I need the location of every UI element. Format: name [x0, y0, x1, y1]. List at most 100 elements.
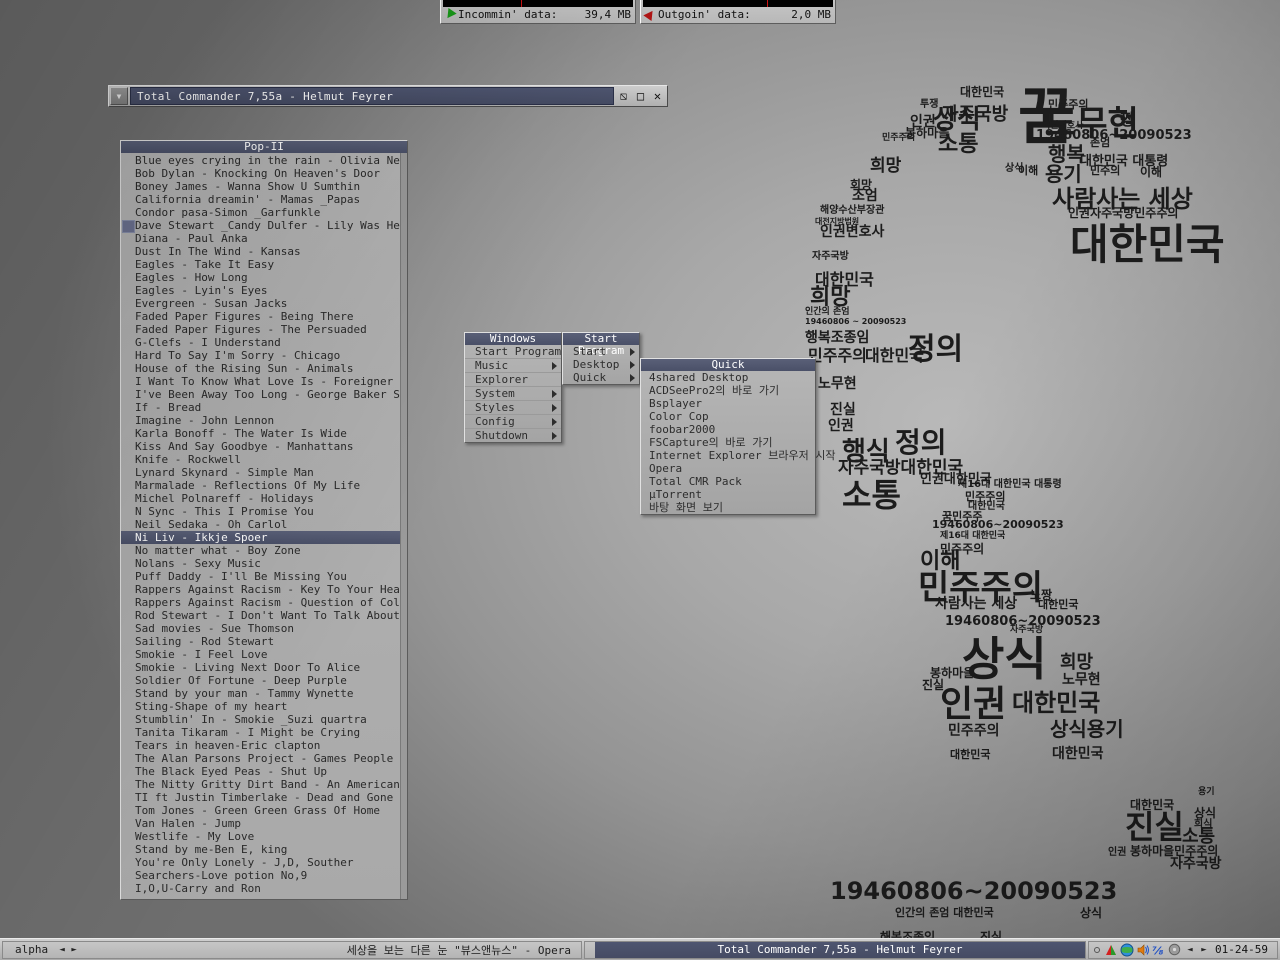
menu-windows-items[interactable]: Start Program Music Explorer System Styles Co…	[465, 345, 575, 442]
playlist-item[interactable]: Boney James - Wanna Show U Sumthin	[121, 180, 407, 193]
playlist-item[interactable]: Searchers-Love potion No,9	[121, 869, 407, 882]
triangle-right-icon[interactable]: ►	[68, 945, 80, 955]
playlist-item[interactable]: Tom Jones - Green Green Grass Of Home	[121, 804, 407, 817]
workspace-label[interactable]: alpha	[3, 943, 56, 956]
playlist-item[interactable]: Stand by your man - Tammy Wynette	[121, 687, 407, 700]
taskbar-active-task[interactable]: Total Commander 7,55a - Helmut Feyrer	[595, 941, 1085, 958]
ks-blue-icon[interactable]: ⅞	[1152, 943, 1166, 957]
playlist-item[interactable]: Dust In The Wind - Kansas	[121, 245, 407, 258]
playlist-item[interactable]: Karla Bonoff - The Water Is Wide	[121, 427, 407, 440]
playlist-window[interactable]: Pop-II Blue eyes crying in the rain - Ol…	[120, 140, 408, 900]
playlist-item[interactable]: Faded Paper Figures - Being There	[121, 310, 407, 323]
menu-item[interactable]: Quick	[563, 371, 639, 384]
playlist-item[interactable]: Rappers Against Racism - Key To Your Hea…	[121, 583, 407, 596]
playlist-item[interactable]: Van Halen - Jump	[121, 817, 407, 830]
playlist-item[interactable]: Imagine - John Lennon	[121, 414, 407, 427]
maximize-button[interactable]: □	[633, 88, 648, 104]
playlist-item[interactable]: Tears in heaven-Eric clapton	[121, 739, 407, 752]
playlist-item[interactable]: I Want To Know What Love Is - Foreigner	[121, 375, 407, 388]
triangle-left-icon[interactable]: ◄	[56, 945, 68, 955]
playlist-item[interactable]: Marmalade - Reflections Of My Life	[121, 479, 407, 492]
playlist-scrollbar[interactable]	[400, 153, 407, 899]
playlist-item[interactable]: Knife - Rockwell	[121, 453, 407, 466]
tray-triangle-left-icon[interactable]: ◄	[1184, 945, 1196, 955]
playlist-item[interactable]: Stand by me-Ben E, king	[121, 843, 407, 856]
total-commander-window[interactable]: ▾ Total Commander 7,55a - Helmut Feyrer …	[108, 85, 668, 107]
playlist-item[interactable]: Eagles - How Long	[121, 271, 407, 284]
playlist-item[interactable]: Tanita Tikaram - I Might be Crying	[121, 726, 407, 739]
menu-item[interactable]: Internet Explorer 브라우저 시작	[641, 449, 836, 462]
playlist-item[interactable]: Blue eyes crying in the rain - Olivia Ne…	[121, 154, 407, 167]
menu-item[interactable]: ACDSeePro2의 바로 가기	[641, 384, 815, 397]
playlist-item[interactable]: Evergreen - Susan Jacks	[121, 297, 407, 310]
playlist-item[interactable]: I've Been Away Too Long - George Baker S…	[121, 388, 407, 401]
playlist-item[interactable]: Soldier Of Fortune - Deep Purple	[121, 674, 407, 687]
playlist-items[interactable]: Blue eyes crying in the rain - Olivia Ne…	[121, 153, 407, 899]
playlist-item[interactable]: If - Bread	[121, 401, 407, 414]
playlist-item[interactable]: Stumblin' In - Smokie _Suzi quartra	[121, 713, 407, 726]
playlist-item[interactable]: Eagles - Take It Easy	[121, 258, 407, 271]
playlist-item[interactable]: The Black Eyed Peas - Shut Up	[121, 765, 407, 778]
desktop[interactable]: 꿈 대한민국 자주국방 민주주의 노무현 짱 인권 투쟁 상식 이권변호사 19460806~200…	[0, 0, 1280, 940]
menu-item[interactable]: System	[465, 387, 561, 401]
playlist-item[interactable]: G-Clefs - I Understand	[121, 336, 407, 349]
menu-item[interactable]: Total CMR Pack	[641, 475, 815, 488]
menu-item[interactable]: µTorrent	[641, 488, 815, 501]
red-triangle-icon[interactable]	[1104, 943, 1118, 957]
menu-item[interactable]: 바탕 화면 보기	[641, 501, 815, 514]
taskbar-left-panel[interactable]: alpha ◄ ► 세상을 보는 다른 눈 "뷰스앤뉴스" - Opera	[2, 940, 582, 959]
playlist-item[interactable]: Eagles - Lyin's Eyes	[121, 284, 407, 297]
playlist-item[interactable]: Ni Liv - Ikkje Spoer	[121, 531, 407, 544]
menu-item[interactable]: Shutdown	[465, 429, 561, 442]
playlist-item[interactable]: California dreamin' - Mamas _Papas	[121, 193, 407, 206]
playlist-item[interactable]: Smokie - I Feel Love	[121, 648, 407, 661]
playlist-item[interactable]: No matter what - Boy Zone	[121, 544, 407, 557]
menu-item[interactable]: Styles	[465, 401, 561, 415]
menu-item[interactable]: Opera	[641, 462, 815, 475]
playlist-item[interactable]: Westlife - My Love	[121, 830, 407, 843]
menu-item[interactable]: 4shared Desktop	[641, 371, 815, 384]
playlist-item[interactable]: Faded Paper Figures - The Persuaded	[121, 323, 407, 336]
tray-triangle-right-icon[interactable]: ►	[1198, 945, 1210, 955]
menu-item[interactable]: Desktop	[563, 358, 639, 371]
taskbar[interactable]: alpha ◄ ► 세상을 보는 다른 눈 "뷰스앤뉴스" - Opera To…	[0, 938, 1280, 960]
playlist-item[interactable]: Kiss And Say Goodbye - Manhattans	[121, 440, 407, 453]
menu-item[interactable]: Color Cop	[641, 410, 815, 423]
menu-item[interactable]: foobar2000	[641, 423, 815, 436]
playlist-item[interactable]: Nolans - Sexy Music	[121, 557, 407, 570]
system-tray[interactable]: ⅞ ◄ ► 01-24-59	[1088, 940, 1278, 959]
menu-item[interactable]: Explorer	[465, 373, 561, 387]
chevron-down-icon[interactable]: ▾	[110, 87, 128, 105]
playlist-item[interactable]: House of the Rising Sun - Animals	[121, 362, 407, 375]
menu-item[interactable]: Bsplayer	[641, 397, 815, 410]
playlist-item[interactable]: N Sync - This I Promise You	[121, 505, 407, 518]
menu-windows[interactable]: Windows Start Program Music Explorer System…	[464, 332, 575, 443]
menu-start-program-items[interactable]: Start Desktop Quick	[563, 345, 639, 384]
playlist-item[interactable]: You're Only Lonely - J,D, Souther	[121, 856, 407, 869]
playlist-item[interactable]: Hard To Say I'm Sorry - Chicago	[121, 349, 407, 362]
menu-item[interactable]: Start Program	[465, 345, 575, 359]
gray-disc-icon[interactable]	[1168, 943, 1182, 957]
playlist-item[interactable]: Sad movies - Sue Thomson	[121, 622, 407, 635]
minimize-button[interactable]: ⧅	[616, 88, 631, 104]
menu-item[interactable]: Config	[465, 415, 561, 429]
playlist-item[interactable]: Dave Stewart _Candy Dulfer - Lily Was He…	[121, 219, 407, 233]
playlist-item[interactable]: Michel Polnareff - Holidays	[121, 492, 407, 505]
globe-icon[interactable]	[1120, 943, 1134, 957]
menu-quick[interactable]: Quick 4shared Desktop ACDSeePro2의 바로 가기 Bs…	[640, 358, 836, 515]
playlist-item[interactable]: Rod Stewart - I Don't Want To Talk About…	[121, 609, 407, 622]
playlist-item[interactable]: Condor pasa-Simon _Garfunkle	[121, 206, 407, 219]
playlist-item[interactable]: TI ft Justin Timberlake - Dead and Gone	[121, 791, 407, 804]
playlist-item[interactable]: Lynard Skynard - Simple Man	[121, 466, 407, 479]
playlist-item[interactable]: Diana - Paul Anka	[121, 232, 407, 245]
playlist-item[interactable]: Bob Dylan - Knocking On Heaven's Door	[121, 167, 407, 180]
playlist-item[interactable]: Puff Daddy - I'll Be Missing You	[121, 570, 407, 583]
clock[interactable]: 01-24-59	[1215, 943, 1271, 956]
playlist-item[interactable]: Sailing - Rod Stewart	[121, 635, 407, 648]
playlist-item[interactable]: The Alan Parsons Project - Games People …	[121, 752, 407, 765]
playlist-item[interactable]: Smokie - Living Next Door To Alice	[121, 661, 407, 674]
close-button[interactable]: ✕	[650, 88, 665, 104]
menu-quick-items[interactable]: 4shared Desktop ACDSeePro2의 바로 가기 Bsplayer…	[641, 371, 836, 514]
playlist-item[interactable]: Rappers Against Racism - Question of Col…	[121, 596, 407, 609]
menu-item[interactable]: Start	[563, 345, 639, 358]
